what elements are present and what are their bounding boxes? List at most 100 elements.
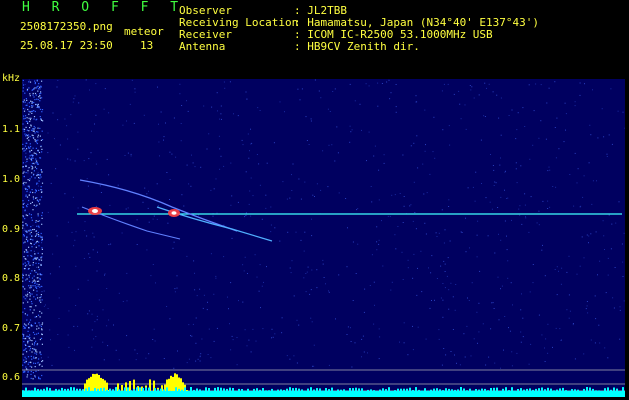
audio-noise-bar — [436, 388, 438, 391]
noise-speck — [25, 195, 27, 197]
noise-speck — [286, 198, 288, 200]
noise-speck — [374, 145, 376, 147]
noise-speck — [216, 327, 218, 329]
noise-speck — [350, 131, 352, 133]
noise-speck — [496, 94, 498, 96]
noise-speck — [24, 308, 26, 310]
noise-speck — [252, 195, 254, 197]
noise-speck — [38, 268, 40, 271]
noise-speck — [26, 148, 28, 150]
noise-speck — [306, 140, 308, 141]
noise-speck — [376, 241, 378, 243]
noise-speck — [181, 194, 183, 196]
noise-speck — [28, 321, 31, 323]
noise-speck — [361, 338, 363, 340]
noise-speck — [110, 243, 112, 245]
noise-speck — [156, 218, 158, 220]
audio-noise-bar — [145, 387, 147, 391]
noise-speck — [190, 335, 191, 337]
audio-noise-bar — [106, 389, 108, 391]
noise-speck — [51, 364, 53, 366]
noise-speck — [434, 157, 436, 159]
noise-speck — [34, 166, 36, 168]
noise-speck — [58, 297, 60, 299]
noise-speck — [142, 201, 144, 203]
noise-speck — [485, 364, 487, 366]
noise-speck — [231, 335, 233, 337]
noise-speck — [564, 102, 566, 104]
noise-speck — [397, 226, 399, 227]
audio-noise-bar — [598, 390, 600, 391]
noise-speck — [413, 181, 415, 183]
noise-speck — [91, 130, 92, 132]
noise-speck — [28, 194, 30, 196]
noise-speck — [219, 148, 221, 150]
noise-speck — [159, 155, 160, 157]
noise-speck — [528, 231, 530, 233]
noise-speck — [265, 194, 267, 196]
noise-speck — [577, 168, 579, 170]
audio-level-bar — [180, 378, 182, 391]
noise-speck — [127, 152, 129, 154]
audio-noise-bar — [475, 389, 477, 391]
noise-speck — [22, 123, 24, 125]
noise-speck — [33, 349, 35, 351]
noise-speck — [26, 99, 28, 101]
noise-speck — [505, 170, 506, 172]
noise-speck — [334, 160, 336, 162]
noise-speck — [281, 332, 283, 334]
noise-speck — [22, 353, 24, 355]
noise-speck — [465, 251, 467, 253]
noise-speck — [37, 234, 40, 236]
noise-speck — [41, 171, 43, 173]
noise-speck — [30, 324, 32, 326]
audio-level-bar — [98, 375, 100, 391]
audio-noise-bar — [109, 388, 111, 391]
noise-speck — [349, 125, 351, 127]
audio-noise-bar — [379, 389, 381, 391]
noise-speck — [472, 186, 474, 188]
noise-speck — [37, 297, 39, 299]
noise-speck — [38, 245, 40, 247]
noise-speck — [35, 286, 37, 288]
noise-speck — [566, 309, 568, 311]
noise-speck — [103, 108, 105, 110]
noise-speck — [490, 154, 491, 155]
noise-speck — [41, 214, 43, 217]
noise-speck — [484, 116, 486, 117]
audio-noise-bar — [511, 387, 513, 391]
noise-speck — [498, 233, 499, 235]
noise-speck — [39, 273, 41, 275]
noise-speck — [290, 272, 292, 274]
noise-speck — [36, 325, 38, 327]
noise-speck — [261, 218, 263, 220]
noise-speck — [22, 148, 24, 150]
noise-speck — [32, 224, 34, 226]
audio-noise-bar — [238, 388, 240, 391]
noise-speck — [107, 345, 109, 347]
noise-speck — [23, 323, 26, 325]
noise-speck — [216, 92, 218, 94]
noise-speck — [590, 339, 592, 341]
noise-speck — [328, 290, 329, 292]
noise-speck — [38, 300, 41, 302]
noise-speck — [429, 307, 431, 309]
audio-noise-bar — [592, 388, 594, 391]
noise-speck — [129, 103, 131, 105]
noise-speck — [26, 89, 28, 92]
noise-speck — [378, 328, 380, 330]
noise-speck — [36, 266, 38, 268]
noise-speck — [38, 180, 40, 182]
noise-speck — [210, 253, 212, 255]
noise-speck — [40, 169, 42, 171]
noise-speck — [508, 115, 510, 116]
noise-speck — [416, 135, 418, 137]
noise-speck — [95, 163, 97, 165]
noise-speck — [40, 325, 42, 328]
noise-speck — [35, 305, 37, 307]
noise-speck — [250, 215, 252, 217]
noise-speck — [558, 270, 559, 272]
noise-speck — [386, 81, 388, 83]
noise-speck — [520, 341, 522, 343]
noise-speck — [500, 196, 502, 198]
